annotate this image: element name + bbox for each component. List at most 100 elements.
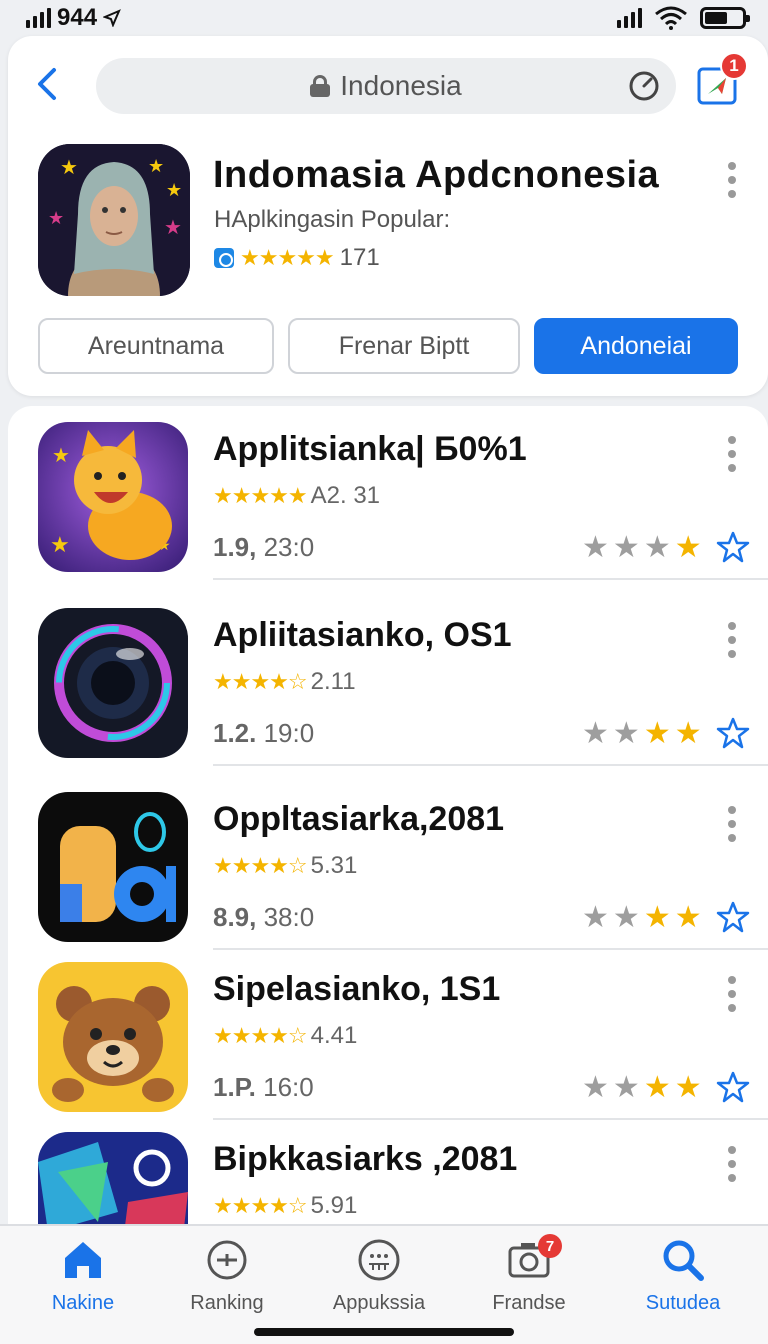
app-rating: ★★★★☆ 2.11 <box>213 668 356 696</box>
tab-ranking[interactable]: Ranking <box>152 1236 302 1315</box>
meta-primary: 1.2. <box>213 718 257 748</box>
tab-home[interactable]: Nakine <box>8 1236 158 1315</box>
wifi-icon <box>655 6 687 30</box>
divider <box>213 578 768 580</box>
signal-bars-icon <box>26 8 51 28</box>
rating-value: 5.31 <box>310 852 358 879</box>
svg-text:★: ★ <box>148 156 164 176</box>
letter-a-app-icon <box>38 792 188 942</box>
hero-rating: ★★★★★ 171 <box>214 244 380 272</box>
rating-value: 4.41 <box>310 1022 358 1049</box>
more-options-icon[interactable] <box>728 976 736 1012</box>
app-name: Oppltasiarka,2081 <box>213 800 505 838</box>
tab-frandse[interactable]: 7 Frandse <box>454 1234 604 1315</box>
rating-stars: ★★★★★ <box>213 483 308 508</box>
speedometer-icon[interactable] <box>628 70 660 102</box>
meta-secondary: 38:0 <box>256 902 315 932</box>
bear-app-icon <box>38 962 188 1112</box>
geometric-app-icon <box>38 1132 188 1226</box>
back-arrow-icon[interactable] <box>30 66 66 102</box>
list-item[interactable]: Apliitasianko, OS1 ★★★★☆ 2.11 1.2. 19:0 … <box>8 592 768 766</box>
ranking-icon <box>207 1240 247 1280</box>
svg-text:★: ★ <box>52 445 70 467</box>
chip-areuntnama[interactable]: Areuntnama <box>38 318 274 374</box>
app-meta: 1.9, 23:0 <box>213 532 314 563</box>
meta-primary: 8.9, <box>213 902 257 932</box>
app-rating: ★★★★☆ 5.91 <box>213 1192 357 1220</box>
status-time: 944 <box>57 4 98 31</box>
favorite-star-icon[interactable] <box>716 1070 750 1104</box>
user-rating-stars[interactable]: ★ ★ ★ ★ <box>582 716 702 751</box>
user-rating-stars[interactable]: ★ ★ ★ ★ <box>582 530 702 565</box>
hero-subtitle: HAplkingasin Popular: <box>214 206 451 233</box>
more-options-icon[interactable] <box>728 436 736 472</box>
hero-title: Indomasia Apdcnonesia <box>213 154 660 196</box>
user-rating-stars[interactable]: ★ ★ ★ ★ <box>582 900 702 935</box>
app-meta: 1.2. 19:0 <box>213 718 314 749</box>
notification-badge: 1 <box>720 52 748 80</box>
list-item[interactable]: Oppltasiarka,2081 ★★★★☆ 5.31 8.9, 38:0 ★… <box>8 776 768 950</box>
tab-label: Ranking <box>190 1292 264 1314</box>
divider <box>213 764 768 766</box>
user-rating-stars[interactable]: ★ ★ ★ ★ <box>582 1070 702 1105</box>
meta-secondary: 23:0 <box>256 532 315 562</box>
meta-secondary: 16:0 <box>255 1072 314 1102</box>
svg-text:★: ★ <box>50 532 70 557</box>
meta-primary: 1.9, <box>213 532 257 562</box>
svg-text:★: ★ <box>166 180 182 200</box>
list-item[interactable]: Bipkkasiarks ,2081 ★★★★☆ 5.91 <box>8 1116 768 1226</box>
app-name: Bipkkasiarks ,2081 <box>213 1140 518 1178</box>
more-options-icon[interactable] <box>728 162 736 198</box>
app-name: Applitsianka| Б0%1 <box>213 430 527 468</box>
status-bar: 944 <box>0 0 768 36</box>
filter-chips: Areuntnama Frenar Biptt Andoneiai <box>38 318 738 374</box>
list-item[interactable]: ★ ★ ★ Applitsianka| Б0%1 ★★★★★ A2. 31 1.… <box>8 406 768 580</box>
rating-value: 2.11 <box>310 668 356 695</box>
more-options-icon[interactable] <box>728 806 736 842</box>
home-icon <box>65 1242 101 1278</box>
location-arrow-icon <box>103 9 121 27</box>
search-icon <box>663 1240 704 1281</box>
rating-stars: ★★★★☆ <box>213 669 308 694</box>
rating-stars: ★★★★☆ <box>213 1023 308 1048</box>
app-rating: ★★★★☆ 5.31 <box>213 852 357 880</box>
list-item[interactable]: Sipelasianko, 1S1 ★★★★☆ 4.41 1.P. 16:0 ★… <box>8 946 768 1120</box>
tab-label: Frandse <box>492 1292 566 1314</box>
more-options-icon[interactable] <box>728 622 736 658</box>
app-name: Apliitasianko, OS1 <box>213 616 512 654</box>
bottom-tab-bar: Nakine Ranking Appukssia 7 Frandse Sutud… <box>0 1224 768 1344</box>
favorite-star-icon[interactable] <box>716 900 750 934</box>
address-text: Indonesia <box>340 70 462 101</box>
rating-stars: ★★★★★ <box>240 245 335 270</box>
more-options-icon[interactable] <box>728 1146 736 1182</box>
svg-text:★: ★ <box>164 217 182 239</box>
app-meta: 8.9, 38:0 <box>213 902 314 933</box>
rating-stars: ★★★★☆ <box>213 1193 308 1218</box>
app-rating: ★★★★☆ 4.41 <box>213 1022 357 1050</box>
fox-app-icon: ★ ★ ★ <box>38 422 188 572</box>
lock-icon <box>310 75 331 97</box>
app-rating: ★★★★★ A2. 31 <box>213 482 380 510</box>
chip-frenar-biptt[interactable]: Frenar Biptt <box>288 318 520 374</box>
favorite-star-icon[interactable] <box>716 716 750 750</box>
rating-value: 5.91 <box>310 1192 358 1219</box>
apps-icon <box>358 1239 400 1281</box>
app-meta: 1.P. 16:0 <box>213 1072 314 1103</box>
home-indicator[interactable] <box>254 1328 514 1336</box>
hero-app-icon[interactable]: ★ ★ ★ ★ ★ <box>38 144 190 296</box>
tab-apps[interactable]: Appukssia <box>304 1236 454 1315</box>
app-list: ★ ★ ★ Applitsianka| Б0%1 ★★★★★ A2. 31 1.… <box>8 406 768 1226</box>
address-bar[interactable]: Indonesia <box>96 58 676 114</box>
rating-value: A2. 31 <box>310 482 381 509</box>
favorite-star-icon[interactable] <box>716 530 750 564</box>
tab-search[interactable]: Sutudea <box>608 1236 758 1315</box>
meta-secondary: 19:0 <box>256 718 315 748</box>
chip-andoneiai[interactable]: Andoneiai <box>534 318 738 374</box>
svg-text:★: ★ <box>48 208 64 228</box>
camera-lens-app-icon <box>38 608 188 758</box>
app-store-icon <box>214 248 234 268</box>
rating-stars: ★★★★☆ <box>213 853 308 878</box>
svg-text:★: ★ <box>60 157 78 179</box>
meta-primary: 1.P. <box>213 1072 256 1102</box>
battery-icon <box>700 7 750 29</box>
